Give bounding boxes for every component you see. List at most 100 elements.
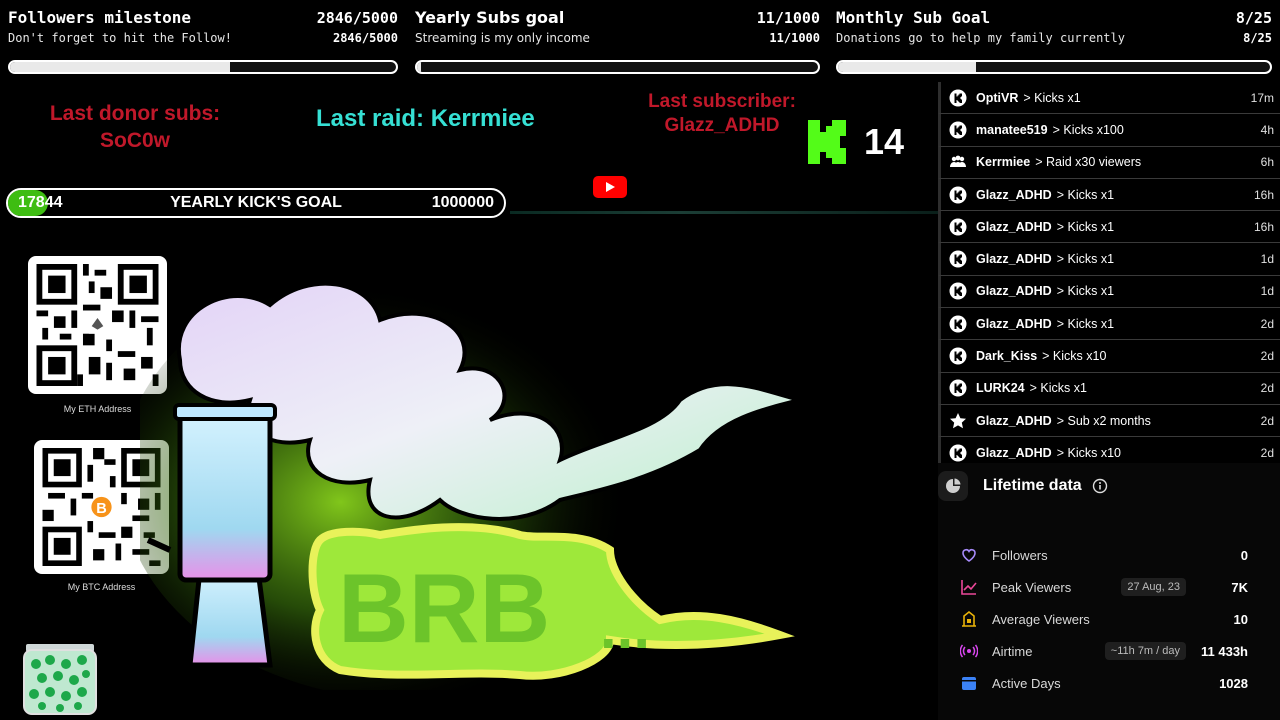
- feed-action: > Kicks x10: [1042, 349, 1107, 364]
- stat-value: 0: [1240, 547, 1248, 563]
- goal-count: 11/1000: [756, 9, 820, 27]
- kick-icon: [949, 347, 967, 365]
- average-icon: [962, 610, 976, 627]
- feed-action: > Kicks x1: [1056, 219, 1115, 234]
- youtube-icon[interactable]: [593, 176, 627, 198]
- stat-label: Average Viewers: [992, 611, 1090, 627]
- goal-progress-fill: [10, 62, 230, 72]
- feed-action: > Kicks x10: [1056, 445, 1121, 460]
- feed-time: 6h: [1260, 155, 1274, 170]
- feed-user: Glazz_ADHD: [976, 445, 1052, 460]
- feed-action: > Kicks x1: [1056, 187, 1115, 202]
- kick-icon: [949, 89, 967, 107]
- feed-user: Glazz_ADHD: [976, 252, 1052, 267]
- kick-logo-icon: [808, 120, 846, 164]
- activity-feed: OptiVR > Kicks x1 17m manatee519 > Kicks x10…: [938, 82, 1280, 463]
- raid-icon: [950, 155, 966, 168]
- heart-icon: [962, 549, 976, 562]
- stat-label: Followers: [992, 547, 1048, 563]
- star-icon: [950, 412, 966, 428]
- stat-value: 1028: [1219, 675, 1248, 691]
- goal-title: Monthly Sub Goal: [836, 8, 991, 27]
- feed-time: 1d: [1260, 252, 1274, 267]
- feed-row: Dark_Kiss > Kicks x10 2d: [938, 340, 1280, 373]
- feed-time: 16h: [1253, 219, 1274, 234]
- kick-icon: [949, 121, 967, 139]
- feed-row: manatee519 > Kicks x100 4h: [938, 114, 1280, 147]
- chart-icon: [961, 580, 977, 595]
- feed-user: LURK24: [976, 381, 1025, 396]
- lifetime-data-panel: Lifetime data Followers 0 Peak Viewers 27 A…: [938, 463, 1280, 720]
- stat-active-days: Active Days 1028: [960, 673, 1248, 693]
- goal-title: Yearly Subs goal: [415, 8, 565, 27]
- yearly-kick-label: YEARLY KICK'S GOAL: [170, 194, 342, 211]
- yearly-subs-goal: Yearly Subs goal 11/1000 Streaming is my…: [407, 0, 828, 82]
- feed-action: > Kicks x100: [1052, 122, 1124, 137]
- last-donor-label: Last donor subs: SoC0w: [30, 100, 240, 154]
- monthly-sub-goal: Monthly Sub Goal 8/25 Donations go to he…: [828, 0, 1280, 82]
- stat-label: Active Days: [992, 675, 1061, 691]
- feed-user: OptiVR: [976, 90, 1019, 105]
- stat-value: 7K: [1231, 579, 1248, 595]
- goal-progress-bar: [415, 60, 820, 74]
- stat-tag: 27 Aug, 23: [1121, 578, 1186, 596]
- feed-action: > Kicks x1: [1029, 381, 1087, 396]
- last-donor-title: Last donor subs:: [49, 102, 221, 125]
- stat-tag: ~11h 7m / day: [1104, 642, 1186, 660]
- yearly-kick-target: 1000000: [431, 194, 494, 211]
- last-raid-label: Last raid: Kerrmiee: [316, 105, 535, 132]
- feed-user: Glazz_ADHD: [976, 219, 1052, 234]
- stat-peak-viewers: Peak Viewers 27 Aug, 23 7K: [960, 577, 1248, 597]
- goal-progress-bar: [8, 60, 398, 74]
- feed-action: > Kicks x1: [1056, 316, 1115, 331]
- goal-progress-fill: [417, 62, 422, 72]
- kick-icon: [949, 379, 967, 397]
- stat-value: 10: [1233, 611, 1248, 627]
- feed-row: Glazz_ADHD > Kicks x1 2d: [938, 308, 1280, 341]
- kick-icon: [949, 186, 967, 204]
- feed-action: > Raid x30 viewers: [1035, 155, 1142, 170]
- info-icon[interactable]: [1092, 478, 1108, 494]
- feed-time: 4h: [1260, 122, 1274, 137]
- lifetime-header: Lifetime data: [938, 471, 1108, 501]
- stat-label: Airtime: [992, 643, 1033, 659]
- feed-row: Glazz_ADHD > Kicks x1 1d: [938, 243, 1280, 276]
- goal-count: 2846/5000: [316, 9, 398, 27]
- feed-action: > Kicks x1: [1056, 252, 1115, 267]
- kick-count-value: 14: [864, 121, 905, 162]
- followers-goal: Followers milestone 2846/5000 Don't forg…: [0, 0, 406, 82]
- feed-time: 2d: [1260, 413, 1274, 428]
- feed-time: 17m: [1250, 90, 1274, 105]
- feed-action: > Kicks x1: [1056, 284, 1115, 299]
- feed-time: 2d: [1260, 381, 1274, 396]
- feed-row: LURK24 > Kicks x1 2d: [938, 372, 1280, 405]
- feed-row: OptiVR > Kicks x1 17m: [938, 82, 1280, 115]
- goal-subcount: 2846/5000: [332, 31, 398, 45]
- divider-line: [510, 211, 938, 214]
- stat-followers: Followers 0: [960, 545, 1248, 565]
- feed-action: > Kicks x1: [1023, 90, 1081, 105]
- feed-time: 2d: [1260, 445, 1274, 460]
- kick-icon: [949, 444, 967, 462]
- feed-user: Glazz_ADHD: [976, 284, 1052, 299]
- feed-user: Dark_Kiss: [976, 349, 1038, 364]
- feed-row: Kerrmiee > Raid x30 viewers 6h: [938, 146, 1280, 179]
- feed-row: Glazz_ADHD > Sub x2 months 2d: [938, 404, 1280, 438]
- stat-average-viewers: Average Viewers 10: [960, 609, 1248, 629]
- stat-airtime: Airtime ~11h 7m / day 11 433h: [960, 641, 1248, 661]
- last-sub-title: Last subscriber:: [648, 91, 796, 112]
- broadcast-icon: [960, 644, 978, 658]
- last-donor-name: SoC0w: [99, 129, 170, 152]
- stat-value: 11 433h: [1201, 643, 1248, 659]
- kick-icon: [949, 315, 967, 333]
- feed-row: Glazz_ADHD > Kicks x1 16h: [938, 178, 1280, 212]
- goal-progress-bar: [836, 60, 1272, 74]
- last-sub-name: Glazz_ADHD: [664, 115, 780, 136]
- feed-user: Kerrmiee: [976, 155, 1031, 170]
- feed-user: Glazz_ADHD: [976, 413, 1052, 428]
- kick-counter: 14: [806, 118, 904, 166]
- feed-time: 2d: [1260, 349, 1274, 364]
- calendar-icon: [962, 677, 976, 690]
- stat-label: Peak Viewers: [992, 579, 1072, 595]
- feed-row: Glazz_ADHD > Kicks x1 16h: [938, 211, 1280, 244]
